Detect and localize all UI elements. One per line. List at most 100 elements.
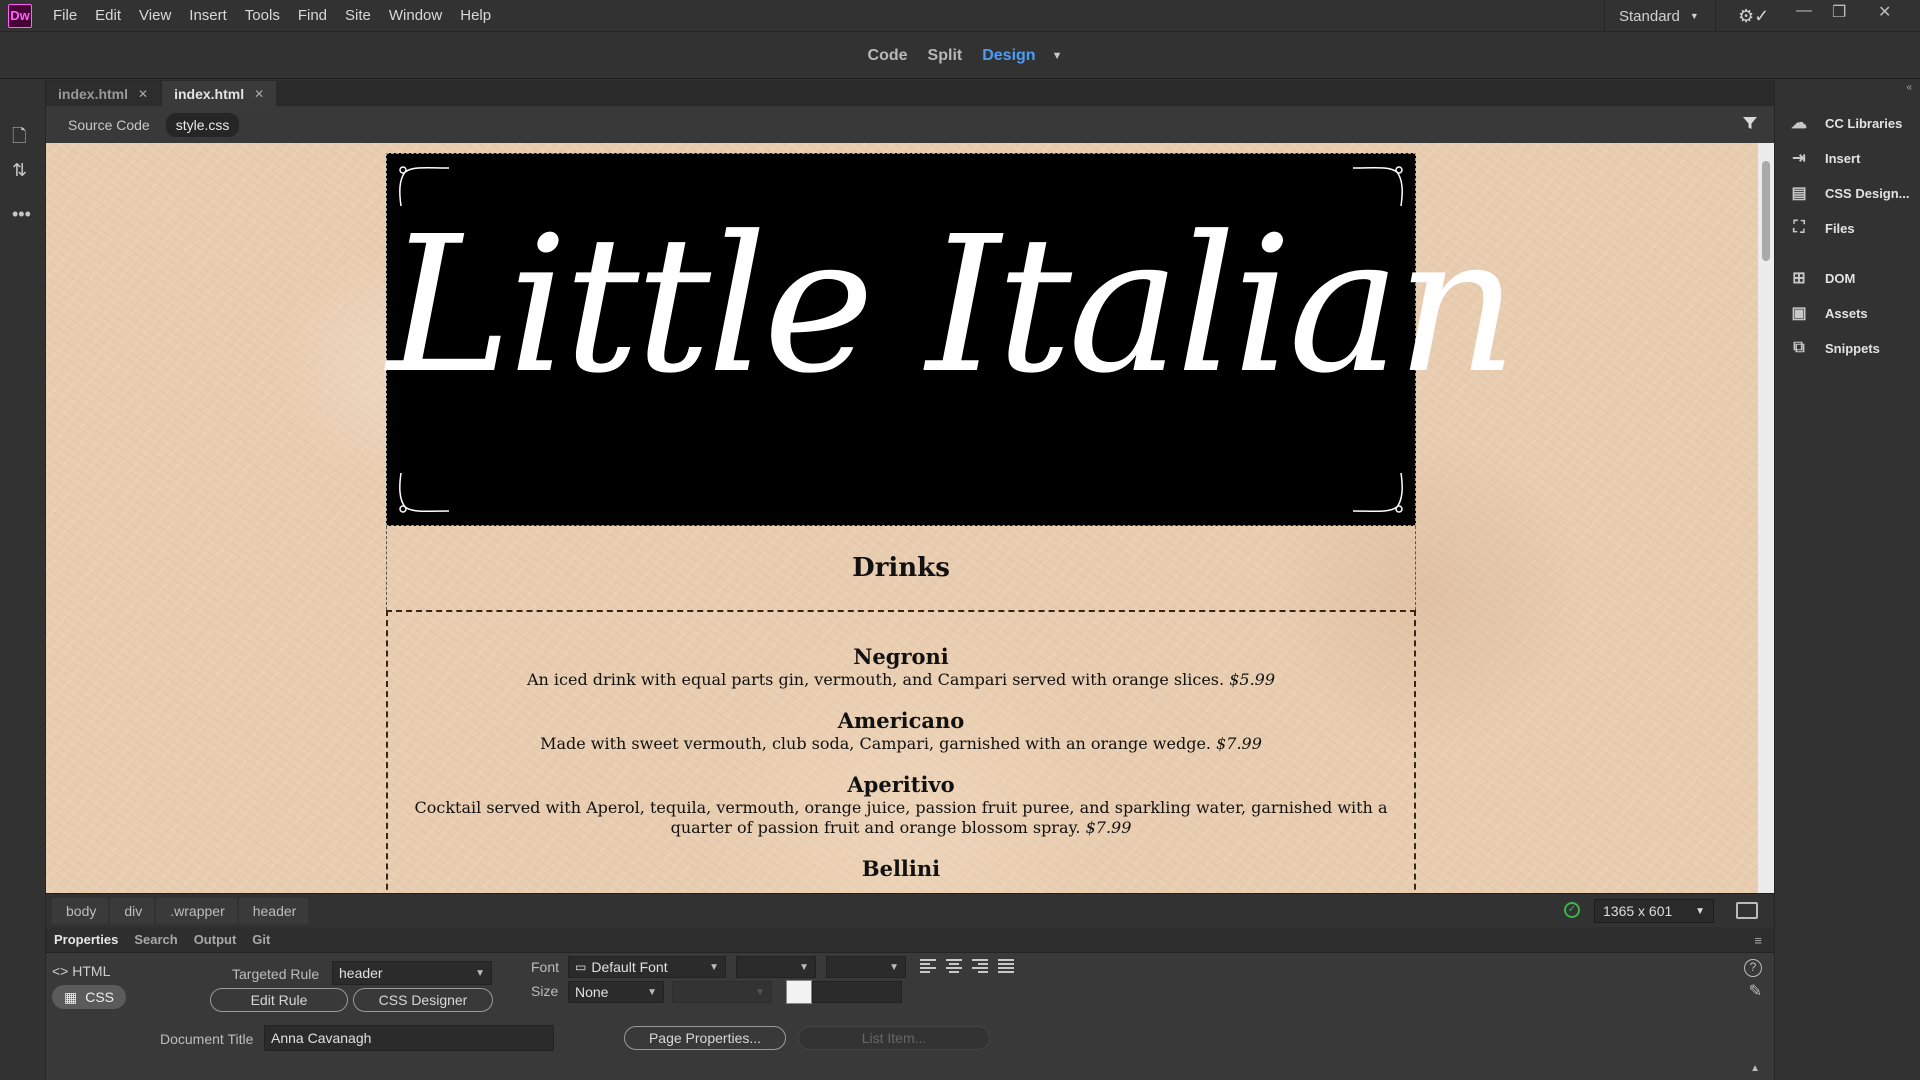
files-tree-icon: ⛶: [1793, 219, 1805, 236]
css-mode-label: CSS: [85, 989, 115, 1005]
document-title-input[interactable]: Anna Cavanagh: [264, 1025, 554, 1051]
more-tools-icon[interactable]: •••: [12, 204, 31, 225]
menu-find[interactable]: Find: [289, 0, 336, 32]
color-swatch[interactable]: [786, 980, 812, 1004]
align-left-icon[interactable]: [920, 959, 936, 973]
view-options-caret-icon[interactable]: ▼: [1052, 50, 1063, 62]
panel-label: DOM: [1825, 270, 1856, 286]
panel-assets[interactable]: ▣ Assets: [1787, 302, 1867, 324]
breadcrumb-body[interactable]: body: [52, 897, 109, 924]
panel-insert[interactable]: ⇥ Insert: [1787, 147, 1860, 169]
size-select[interactable]: None ▼: [568, 981, 664, 1003]
close-icon[interactable]: ✕: [1878, 2, 1891, 22]
cc-libraries-icon: ☁: [1791, 115, 1807, 132]
font-select[interactable]: ▭ Default Font ▼: [568, 956, 726, 978]
sort-arrows-icon[interactable]: ⇅: [12, 160, 27, 181]
menu-insert[interactable]: Insert: [180, 0, 236, 32]
monitor-icon: ▭: [575, 960, 587, 974]
filter-icon[interactable]: [1742, 115, 1758, 131]
align-justify-icon[interactable]: [998, 959, 1014, 973]
header-block[interactable]: Little Italian: [386, 153, 1518, 526]
font-weight-select[interactable]: ▼: [826, 956, 906, 978]
breadcrumb-div[interactable]: div: [110, 897, 155, 924]
targeted-rule-select[interactable]: header ▼: [332, 961, 492, 985]
snippets-icon: ⧉: [1793, 339, 1805, 356]
related-file-stylecss[interactable]: style.css: [165, 112, 240, 137]
close-tab-icon[interactable]: ✕: [254, 87, 264, 101]
collapse-panel-icon[interactable]: ▲: [1750, 1063, 1760, 1074]
window-size-dropdown[interactable]: 1365 x 601 ▼: [1594, 899, 1714, 923]
drink-item: Bellini: [404, 856, 1398, 882]
workspace-switcher[interactable]: Standard ▼: [1604, 0, 1716, 32]
properties-panel: <> HTML ▦ CSS Targeted Rule header ▼ Edi…: [46, 953, 1774, 1080]
menu-help[interactable]: Help: [451, 0, 500, 32]
panel-dom[interactable]: ⊞ DOM: [1787, 267, 1855, 289]
menu-window[interactable]: Window: [380, 0, 451, 32]
color-value-input[interactable]: [812, 981, 902, 1003]
panel-label: Files: [1825, 220, 1855, 236]
font-label: Font: [531, 959, 560, 975]
panel-cc-libraries[interactable]: ☁ CC Libraries: [1787, 112, 1902, 134]
canvas-scrollbar[interactable]: [1758, 143, 1774, 893]
restore-icon[interactable]: ❐: [1832, 2, 1846, 22]
drink-description: Cocktail served with Aperol, tequila, ve…: [404, 798, 1398, 838]
chevron-down-icon: ▼: [799, 961, 809, 973]
sync-settings-icon[interactable]: ⚙✓: [1738, 6, 1769, 27]
page-properties-button[interactable]: Page Properties...: [624, 1026, 786, 1050]
menu-file[interactable]: File: [44, 0, 86, 32]
file-management-icon[interactable]: 🗋: [12, 124, 26, 154]
menu-site[interactable]: Site: [336, 0, 380, 32]
realtime-preview-icon[interactable]: [1736, 902, 1758, 919]
corner-ornament-icon: [1352, 472, 1403, 513]
align-right-icon[interactable]: [972, 959, 988, 973]
close-tab-icon[interactable]: ✕: [138, 87, 148, 101]
panel-menu-icon[interactable]: ≡: [1754, 933, 1762, 948]
panel-files[interactable]: ⛶ Files: [1787, 217, 1855, 239]
doc-tab-active[interactable]: index.html ✕: [162, 81, 277, 106]
edit-rule-button[interactable]: Edit Rule: [210, 988, 348, 1012]
chevron-down-icon: ▼: [755, 986, 765, 998]
breadcrumb-header[interactable]: header: [238, 897, 309, 924]
related-file-source[interactable]: Source Code: [58, 113, 160, 137]
right-panel-dock: « ☁ CC Libraries ⇥ Insert ▤ CSS Design..…: [1774, 80, 1920, 1080]
tab-search[interactable]: Search: [126, 932, 185, 947]
html-mode-toggle[interactable]: <> HTML: [52, 963, 110, 979]
menu-tools[interactable]: Tools: [236, 0, 289, 32]
chevron-down-icon: ▼: [889, 961, 899, 973]
minimize-icon[interactable]: —: [1796, 2, 1812, 20]
site-logo-text: Little Italian: [387, 196, 1518, 415]
menu-list: File Edit View Insert Tools Find Site Wi…: [44, 0, 500, 32]
related-files-bar: Source Code style.css: [46, 106, 1774, 143]
tab-properties[interactable]: Properties: [46, 932, 126, 947]
menu-view[interactable]: View: [130, 0, 180, 32]
scrollbar-thumb[interactable]: [1762, 161, 1770, 261]
code-valid-check-icon[interactable]: ✓: [1564, 902, 1580, 918]
drinks-list[interactable]: Negroni An iced drink with equal parts g…: [386, 610, 1416, 893]
collapse-dock-icon[interactable]: «: [1906, 82, 1912, 93]
menu-edit[interactable]: Edit: [86, 0, 130, 32]
drink-name: Aperitivo: [847, 772, 955, 797]
doc-tab[interactable]: index.html ✕: [46, 81, 161, 106]
app-logo: Dw: [8, 3, 32, 28]
tab-git[interactable]: Git: [244, 932, 278, 947]
font-style-select[interactable]: ▼: [736, 956, 816, 978]
design-canvas[interactable]: Little Italian Drinks Negroni An iced dr…: [46, 143, 1774, 893]
design-view-button[interactable]: Design: [972, 47, 1045, 65]
size-unit-select: ▼: [672, 981, 772, 1003]
panel-css-designer[interactable]: ▤ CSS Design...: [1787, 182, 1909, 204]
panel-snippets[interactable]: ⧉ Snippets: [1787, 337, 1880, 359]
chevron-down-icon: ▼: [709, 961, 719, 973]
css-mode-toggle[interactable]: ▦ CSS: [52, 985, 126, 1009]
quick-tag-editor-icon[interactable]: ✎: [1749, 981, 1762, 1001]
align-center-icon[interactable]: [946, 959, 962, 973]
css-designer-icon: ▤: [1791, 185, 1807, 202]
tab-output[interactable]: Output: [186, 932, 245, 947]
drinks-heading-section[interactable]: Drinks: [386, 526, 1416, 610]
drink-price: $7.99: [1085, 818, 1132, 837]
breadcrumb-wrapper[interactable]: .wrapper: [156, 897, 237, 924]
split-view-button[interactable]: Split: [918, 47, 973, 65]
help-icon[interactable]: ?: [1744, 959, 1762, 977]
css-designer-button[interactable]: CSS Designer: [353, 988, 493, 1012]
code-view-button[interactable]: Code: [858, 47, 918, 65]
drink-desc-text: Cocktail served with Aperol, tequila, ve…: [414, 798, 1388, 837]
